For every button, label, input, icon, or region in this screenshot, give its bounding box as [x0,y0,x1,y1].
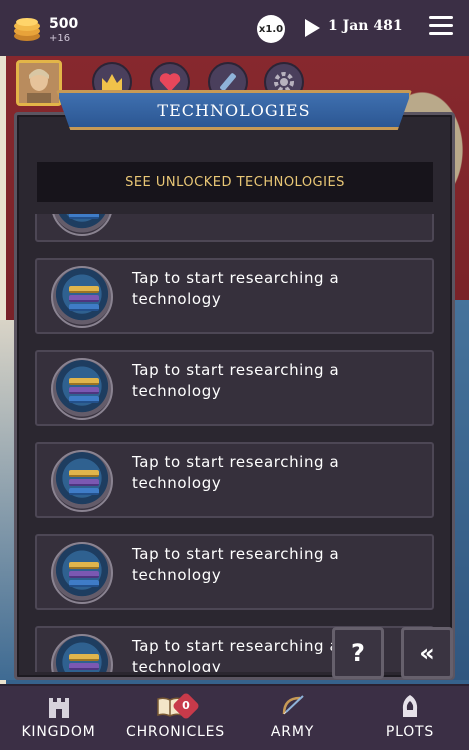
tech-slot[interactable]: Tap to start researching a technology [35,442,434,518]
back-button[interactable]: « [401,627,453,679]
tech-slot[interactable]: Tap to start researching a technology [35,258,434,334]
nav-plots[interactable]: PLOTS [351,686,469,750]
book-stack-icon [51,214,113,236]
see-unlocked-technologies-button[interactable]: SEE UNLOCKED TECHNOLOGIES [37,162,433,202]
gold-coins-icon [14,18,40,41]
tech-slot-label: Tap to start researching a technology [132,453,340,492]
panel-title: TECHNOLOGIES [56,90,412,130]
book-stack-icon [51,542,113,604]
nav-plots-label: PLOTS [385,724,435,740]
chronicles-badge: 0 [171,691,201,721]
tech-slot-label: Tap to start researching a technology [132,361,340,400]
chronicles-badge-count: 0 [182,699,190,712]
speed-button[interactable]: x1.0 [257,15,285,43]
bottom-navigation: KINGDOM 0 CHRONICLES ARMY PLOTS [0,684,469,750]
ruler-face-icon [19,63,59,103]
tech-slot-label: Tap to start researching a technology [132,269,340,308]
game-date: 1 Jan 481 [328,18,403,34]
book-stack-icon [51,358,113,420]
nav-chronicles[interactable]: 0 CHRONICLES [117,686,234,750]
tech-slot[interactable]: Tap to start researching a technology [35,534,434,610]
gold-amount: 500 [49,16,79,32]
tech-slot[interactable]: Tap to start researching a technology [35,350,434,426]
nav-kingdom[interactable]: KINGDOM [0,686,117,750]
gold-delta: +16 [49,33,71,44]
tech-slot-label: Tap to start researching a technology [132,545,340,584]
castle-icon [48,698,69,718]
tech-slot-partial[interactable] [35,214,434,242]
help-button[interactable]: ? [332,627,384,679]
book-stack-icon [51,266,113,328]
nav-chronicles-label: CHRONICLES [126,724,225,740]
book-stack-icon [51,634,113,672]
top-bar: 500 +16 x1.0 1 Jan 481 [0,0,469,56]
nav-kingdom-label: KINGDOM [21,724,96,740]
bow-arrow-icon [282,695,304,715]
book-stack-icon [51,450,113,512]
hamburger-menu-icon[interactable] [429,16,453,38]
nav-army[interactable]: ARMY [234,686,351,750]
nav-army-label: ARMY [270,724,315,740]
hooded-figure-icon [402,695,418,717]
ruler-portrait[interactable] [16,60,62,106]
play-icon[interactable] [303,18,321,38]
tech-slot-label: Tap to start researching a technology [132,637,340,672]
technology-list[interactable]: Tap to start researching a technology Ta… [35,214,435,672]
